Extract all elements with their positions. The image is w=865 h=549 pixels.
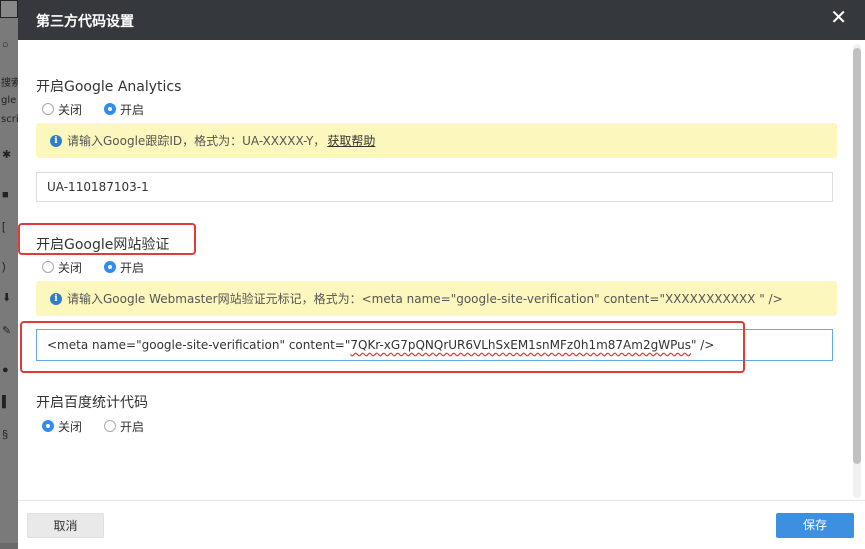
info-icon: i	[50, 134, 62, 147]
analytics-radio-group: 关闭 开启	[42, 101, 166, 117]
scrollbar-thumb[interactable]	[853, 48, 861, 464]
webmaster-meta-input[interactable]: <meta name="google-site-verification" co…	[36, 329, 833, 361]
radio-on-indicator	[104, 103, 117, 115]
analytics-section-title: 开启Google Analytics	[36, 79, 182, 95]
background-circle2-icon: ●	[2, 364, 9, 376]
webmaster-section-title: 开启Google网站验证	[36, 237, 170, 253]
baidu-radio-group: 关闭 开启	[42, 418, 166, 434]
background-bar-icon: ▌	[2, 396, 10, 408]
get-help-link[interactable]: 获取帮助	[327, 132, 375, 149]
radio-on-indicator	[104, 261, 117, 273]
webmaster-radio-off[interactable]: 关闭	[42, 259, 82, 276]
info-icon: i	[50, 292, 62, 305]
background-bracket-icon: [	[2, 221, 6, 233]
analytics-hint-alert: i 请输入Google跟踪ID，格式为：UA-XXXXX-Y， 获取帮助	[36, 123, 837, 158]
webmaster-radio-group: 关闭 开启	[42, 259, 166, 275]
background-circle-icon: ○	[2, 39, 9, 51]
radio-on-indicator	[42, 420, 54, 432]
background-bracket2-icon: )	[2, 261, 6, 273]
background-link-icon: §	[2, 429, 9, 441]
background-gear-icon: ✱	[2, 149, 12, 161]
background-download-icon: ⬇	[2, 292, 12, 304]
webmaster-hint-alert: i 请输入Google Webmaster网站验证元标记，格式为：<meta n…	[36, 281, 837, 316]
background-page: ○ 搜索 gle script ✱ ■ [ ) ⬇ ✎ ● ▌ §	[0, 0, 20, 549]
meta-token-text: 7QKr-xG7pQNQrUR6VLhSxEM1snMFz0h1m87Am2gW…	[350, 338, 691, 352]
analytics-radio-on[interactable]: 开启	[104, 101, 144, 118]
radio-label: 开启	[120, 419, 145, 434]
radio-off-indicator	[42, 261, 54, 273]
background-edit-icon: ✎	[2, 325, 12, 337]
radio-off-indicator	[42, 103, 54, 115]
meta-suffix-text: " />	[690, 338, 715, 352]
cancel-button[interactable]: 取消	[27, 513, 104, 538]
dialog-footer: 取消 保存	[18, 500, 865, 549]
dialog-title: 第三方代码设置	[36, 14, 134, 30]
save-button[interactable]: 保存	[776, 513, 854, 538]
webmaster-hint-text: 请输入Google Webmaster网站验证元标记，格式为：<meta nam…	[67, 292, 783, 306]
radio-off-indicator	[104, 420, 117, 432]
dialog-body: 开启Google Analytics 关闭 开启 i 请输入Google跟踪ID…	[18, 40, 865, 500]
baidu-radio-off[interactable]: 关闭	[42, 418, 82, 435]
radio-label: 关闭	[58, 419, 83, 434]
radio-label: 关闭	[58, 102, 83, 117]
analytics-hint-text: 请输入Google跟踪ID，格式为：UA-XXXXX-Y，	[67, 134, 326, 148]
background-box	[0, 0, 18, 18]
dialog-header: 第三方代码设置 ✕	[18, 0, 865, 40]
analytics-radio-off[interactable]: 关闭	[42, 101, 82, 118]
webmaster-radio-on[interactable]: 开启	[104, 259, 144, 276]
background-lock-icon: ■	[2, 189, 9, 201]
meta-prefix-text: <meta name="google-site-verification" co…	[47, 338, 351, 352]
radio-label: 关闭	[58, 260, 83, 275]
third-party-code-dialog: 第三方代码设置 ✕ 开启Google Analytics 关闭 开启 i 请输入…	[18, 0, 865, 549]
radio-label: 开启	[120, 102, 145, 117]
close-icon[interactable]: ✕	[830, 8, 847, 28]
analytics-id-input[interactable]: UA-110187103-1	[36, 172, 833, 202]
baidu-section-title: 开启百度统计代码	[36, 395, 148, 411]
radio-label: 开启	[120, 260, 145, 275]
baidu-radio-on[interactable]: 开启	[104, 418, 144, 435]
